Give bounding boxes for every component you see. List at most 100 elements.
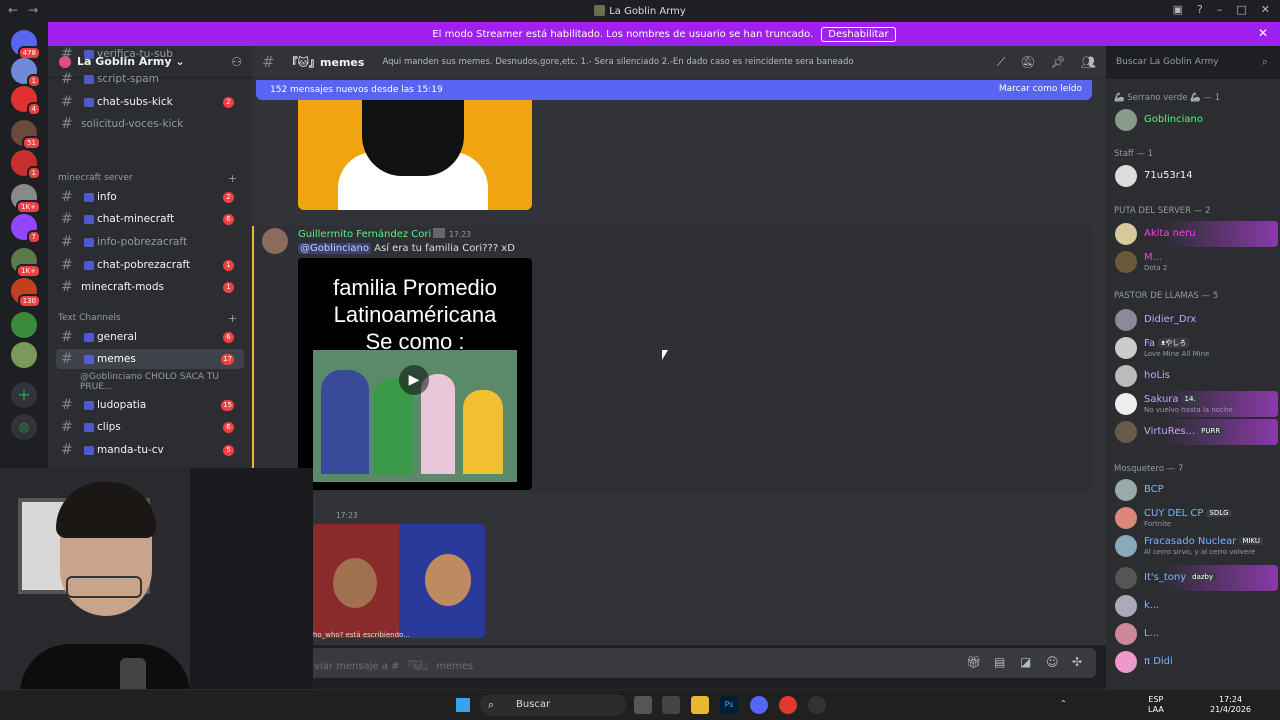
avatar <box>1115 223 1137 245</box>
member-item[interactable]: CUY DEL CP SDLG Fortnite <box>1114 505 1278 531</box>
maximize-button[interactable]: □ <box>1236 3 1246 16</box>
member-name: M... <box>1144 252 1162 263</box>
discover-icon[interactable]: ◎ <box>11 414 37 440</box>
server-icon[interactable]: 1K+ <box>11 184 41 214</box>
member-item[interactable]: Goblinciano <box>1114 107 1278 133</box>
meme-image-1[interactable] <box>298 100 532 210</box>
photoshop-icon[interactable]: Ps <box>720 696 738 714</box>
category-minecraft[interactable]: minecraft server + <box>58 172 237 185</box>
meme-caption: familia Promedio Latinoaméricana Se como : <box>333 275 497 354</box>
member-item[interactable]: Didier_Drx <box>1114 307 1278 333</box>
figure-1 <box>321 370 369 474</box>
app-icon[interactable] <box>808 696 826 714</box>
channel-item[interactable]: # ludopatia 15 <box>56 395 244 415</box>
member-item[interactable]: Fracasado Nuclear MIKU Al cerro sirvo, y a… <box>1114 533 1278 559</box>
channel-topic[interactable]: Aqui manden sus memes. Desnudos,gore,etc… <box>382 57 902 67</box>
server-icon[interactable]: 1K+ <box>11 248 41 278</box>
file-explorer-icon[interactable] <box>691 696 709 714</box>
mute-bell-icon[interactable]: 🔕︎ <box>1020 55 1035 70</box>
member-item[interactable]: hoLis <box>1114 363 1278 389</box>
hash-icon: # <box>61 71 73 87</box>
channel-item[interactable]: # info-pobrezacraft <box>56 232 244 252</box>
avatar <box>1115 393 1137 415</box>
search-icon: ⌕ <box>1261 55 1268 68</box>
server-icon[interactable]: 478 <box>11 30 41 60</box>
windows-start-icon[interactable] <box>456 698 470 712</box>
app-icon[interactable] <box>662 696 680 714</box>
channel-item[interactable]: # manda-tu-cv 5 <box>56 440 244 460</box>
apps-icon[interactable]: ✣ <box>1072 655 1082 669</box>
channel-item[interactable]: # chat-pobrezacraft 1 <box>56 255 244 275</box>
discord-icon[interactable] <box>750 696 768 714</box>
tray-chevron-icon[interactable]: ⌃ <box>1060 699 1067 709</box>
member-item[interactable]: VirtuRes... PURR <box>1114 419 1278 445</box>
member-name: π Didi <box>1144 656 1173 667</box>
close-window-button[interactable]: ✕ <box>1261 3 1270 16</box>
chrome-icon[interactable] <box>779 696 797 714</box>
server-icon[interactable] <box>11 342 37 368</box>
clock[interactable]: 17:24 21/4/2026 <box>1210 695 1251 715</box>
member-item[interactable]: Sakura 14. No vuelvo hasta la noche <box>1114 391 1278 417</box>
disable-streamer-button[interactable]: Deshabilitar <box>821 26 896 42</box>
add-channel-icon[interactable]: + <box>228 172 237 185</box>
close-icon[interactable]: ✕ <box>1258 26 1268 40</box>
search-input[interactable]: Buscar La Goblin Army ⌕ <box>1108 52 1274 73</box>
member-item[interactable]: 71u53r14 <box>1114 163 1278 189</box>
message-input[interactable]: viar mensaje a # 『🐱』 memes 🎁︎ ▤ ◪ ☺ ✣ <box>262 648 1096 678</box>
user-mention[interactable]: @Goblinciano <box>298 243 371 254</box>
server-icon[interactable] <box>11 312 37 338</box>
server-icon[interactable]: 51 <box>11 120 41 150</box>
member-item[interactable]: BCP <box>1114 477 1278 503</box>
channel-item[interactable]: # general 6 <box>56 327 244 347</box>
server-icon[interactable]: 130 <box>11 278 41 308</box>
member-name-text: Goblinciano <box>1144 114 1203 125</box>
message-author[interactable]: Guillermito Fernández Cori 17:23 <box>298 228 471 240</box>
member-item[interactable]: π Didi <box>1114 649 1278 675</box>
server-icon[interactable]: 1 <box>11 150 41 180</box>
mark-as-read-button[interactable]: Marcar como leído <box>999 84 1082 94</box>
gift-icon[interactable]: 🎁︎ <box>966 655 981 669</box>
pin-icon[interactable]: 📌︎ <box>1051 55 1066 70</box>
member-item[interactable]: Fa ᴥやしろ Love Mine All Mine <box>1114 335 1278 361</box>
avatar[interactable] <box>262 228 288 254</box>
member-list-icon[interactable]: 👥︎ <box>1081 55 1096 70</box>
video-attachment[interactable]: familia Promedio Latinoaméricana Se como :… <box>298 258 532 490</box>
member-item[interactable]: It's_tony dazby <box>1114 565 1278 591</box>
emoji-icon[interactable]: ☺ <box>1046 655 1059 669</box>
channel-item[interactable]: # clips 6 <box>56 417 244 437</box>
task-view-icon[interactable] <box>634 696 652 714</box>
new-messages-bar[interactable]: 152 mensajes nuevos desde las 15:19 Marc… <box>256 80 1092 100</box>
channel-item[interactable]: # memes 17 <box>56 349 244 369</box>
meme-image-3[interactable] <box>313 524 485 638</box>
channel-item[interactable]: # script-spam <box>56 69 244 89</box>
channel-item[interactable]: @Goblinciano CHOLO SACA TU PRUE... <box>56 372 244 392</box>
member-name: Goblinciano <box>1144 114 1203 125</box>
member-item[interactable]: k... <box>1114 593 1278 619</box>
add-server-icon[interactable]: + <box>11 382 37 408</box>
play-icon[interactable]: ▶ <box>399 365 429 395</box>
hash-icon: # <box>262 53 275 71</box>
channel-item[interactable]: # verifica-tu-sub <box>56 44 244 64</box>
channel-item[interactable]: # info 2 <box>56 187 244 207</box>
channel-item[interactable]: # minecraft-mods 1 <box>56 277 244 297</box>
server-icon[interactable]: 7 <box>11 214 41 244</box>
category-text[interactable]: Text Channels + <box>58 312 237 325</box>
taskbar-search[interactable]: ⌕ Buscar <box>480 694 626 716</box>
add-channel-icon[interactable]: + <box>228 312 237 325</box>
keyboard-language[interactable]: ESP LAA <box>1148 695 1164 715</box>
channel-item[interactable]: # solicitud-voces-kick <box>56 114 244 134</box>
minimize-button[interactable]: – <box>1217 3 1223 16</box>
server-icon[interactable]: 1 <box>11 58 41 88</box>
inbox-icon[interactable]: ▣ <box>1173 3 1183 16</box>
server-icon[interactable]: 4 <box>11 86 41 116</box>
help-icon[interactable]: ? <box>1197 3 1203 16</box>
threads-icon[interactable]: ⟋ <box>997 55 1005 70</box>
member-item[interactable]: Akita neru <box>1114 221 1278 247</box>
member-item[interactable]: M... Dota 2 <box>1114 249 1278 275</box>
member-item[interactable]: L... <box>1114 621 1278 647</box>
channel-item[interactable]: # chat-minecraft 6 <box>56 209 244 229</box>
sticker-icon[interactable]: ◪ <box>1020 655 1031 669</box>
gif-icon[interactable]: ▤ <box>994 655 1005 669</box>
channel-item[interactable]: # chat-subs-kick 2 <box>56 92 244 112</box>
member-tag: SDLG <box>1206 509 1232 517</box>
